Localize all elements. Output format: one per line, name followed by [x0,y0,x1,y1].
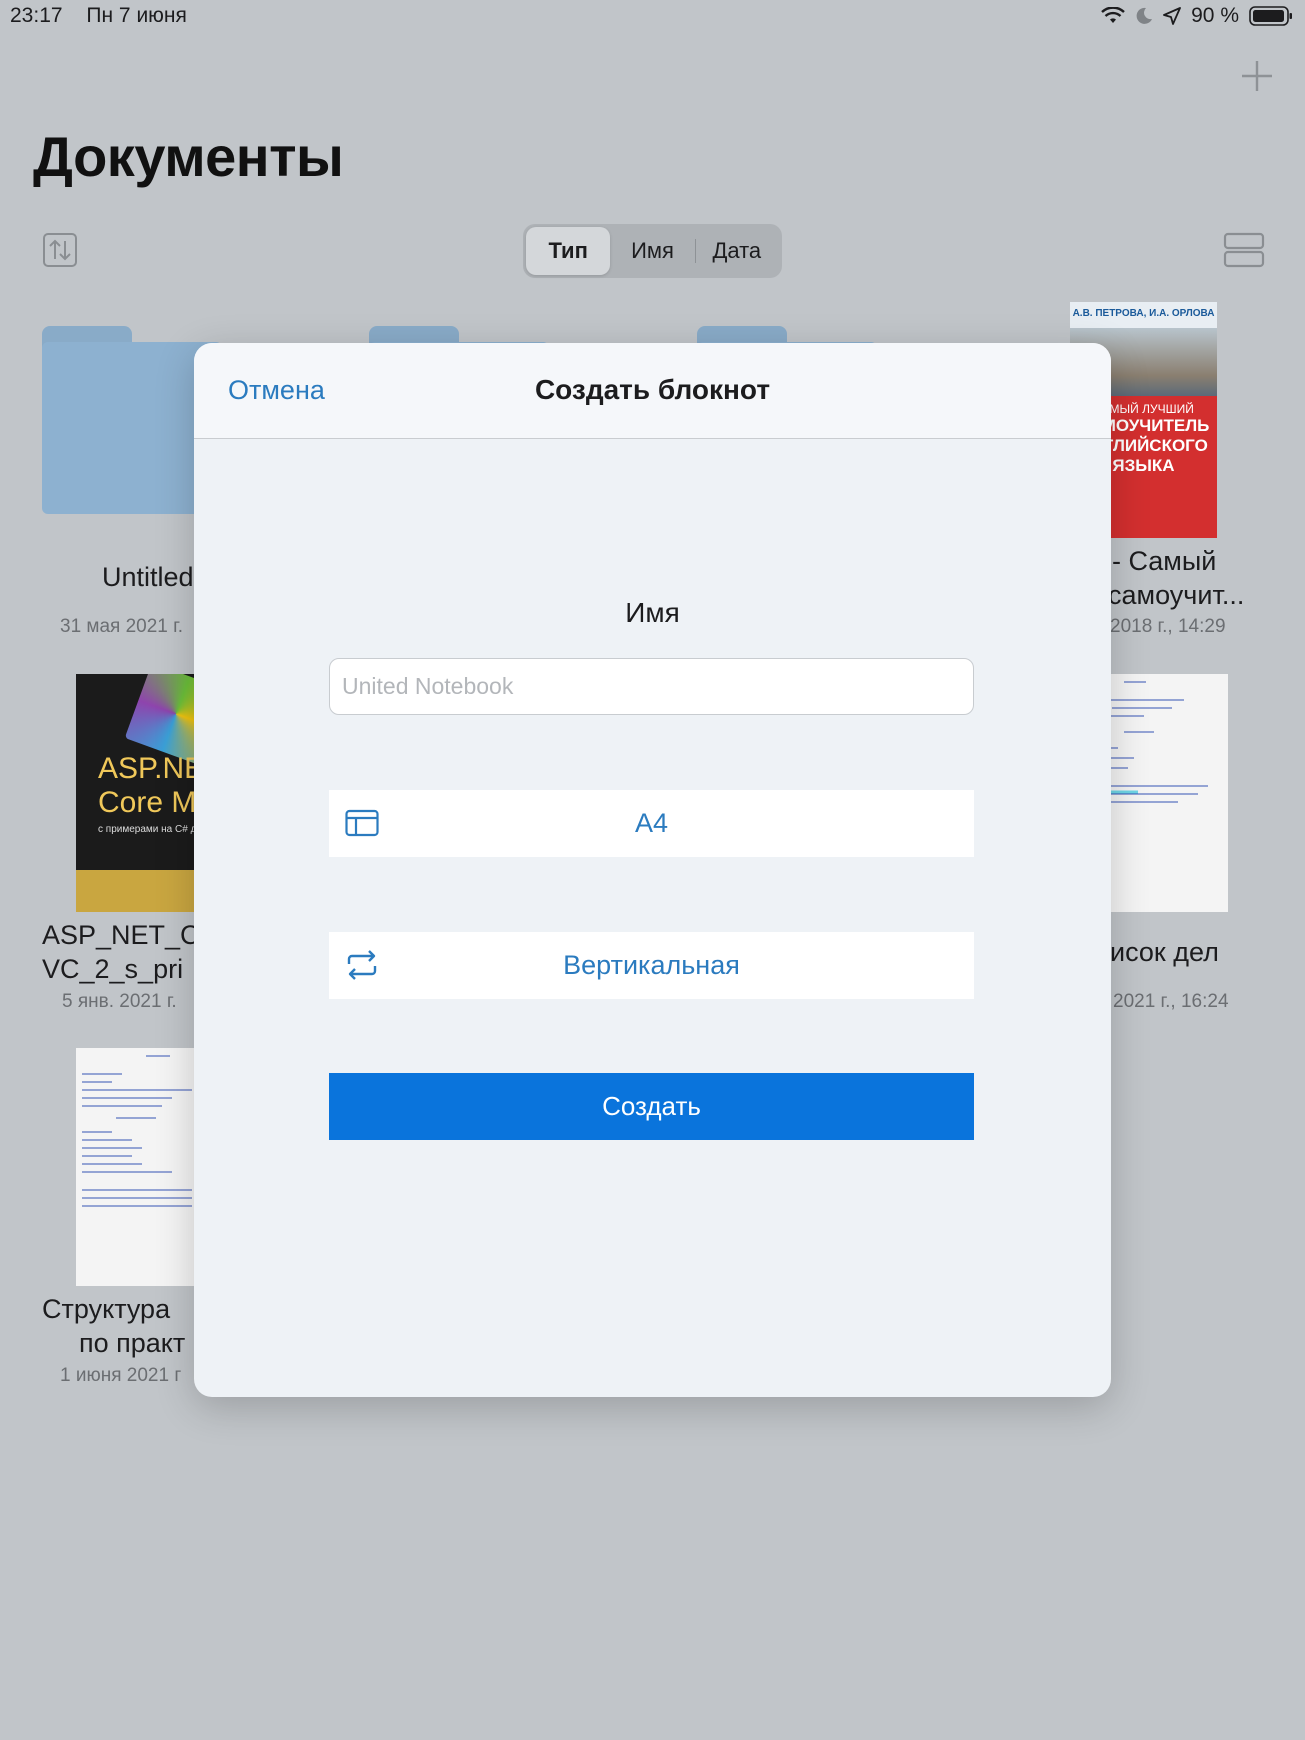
handwriting-preview [82,1055,192,1207]
document-title: ASP_NET_C [42,920,200,950]
document-date: 2018 г., 14:29 [1110,616,1226,637]
document-title: самоучит... [1108,580,1245,610]
list-view-icon [1223,232,1265,268]
wifi-icon [1101,7,1125,23]
dialog-title: Создать блокнот [534,374,771,405]
sort-icon [43,233,77,267]
battery-icon [1249,6,1292,26]
aspnet-book-thumbnail[interactable]: ASP.NET Core MVC с примерами на C# для п… [76,674,194,912]
book-cover-bottom [76,870,194,912]
segment-name[interactable]: Имя [610,227,694,275]
book-cover-line: ASP.NET [98,752,194,785]
book-cover-line: Core MVC [98,786,194,819]
document-title: VC_2_s_pri [42,954,184,984]
orientation-option[interactable]: Вертикальная [329,932,974,999]
segment-date[interactable]: Дата [694,227,779,275]
status-bar-right: 90 % [1101,4,1293,28]
document-date: 31 мая 2021 г. [60,616,184,637]
sort-segmented-control: Тип Имя Дата [523,224,782,278]
location-icon [1163,7,1182,25]
document-date: 1 июня 2021 г [60,1365,182,1386]
document-date: 2021 г., 16:24 [1113,991,1229,1012]
status-bar-left: 23:17 Пн 7 июня [10,4,205,28]
moon-icon [1136,7,1153,24]
paper-size-label: A4 [634,808,669,838]
status-time: 23:17 [10,4,63,27]
document-title: по практ [79,1328,186,1358]
sort-button[interactable] [43,233,77,267]
orientation-label: Вертикальная [563,950,740,980]
view-mode-button[interactable] [1223,232,1265,268]
notebook-name-input[interactable] [329,658,974,715]
page-title: Документы [33,125,344,188]
document-title: - Самый [1112,546,1217,576]
plus-icon [1242,61,1272,91]
document-date: 5 янв. 2021 г. [62,991,177,1012]
segment-type[interactable]: Тип [526,227,611,275]
status-date: Пн 7 июня [86,4,187,27]
name-label: Имя [625,597,680,628]
book-cover-line: с примерами на C# для про [98,824,194,835]
create-button[interactable]: Создать [329,1073,974,1140]
dialog-header: Отмена Создать блокнот [194,343,1111,439]
book-authors: А.В. ПЕТРОВА, И.А. ОРЛОВА [1070,302,1217,328]
battery-percent: 90 % [1191,4,1239,27]
document-title: Untitled [102,562,194,592]
add-document-button[interactable] [1237,56,1277,96]
create-notebook-dialog: Отмена Создать блокнот Имя A4 Вертикальн… [194,343,1111,1397]
paper-size-option[interactable]: A4 [329,790,974,857]
document-title: Структура [42,1294,171,1324]
handwritten-note-thumbnail[interactable] [76,1048,194,1286]
document-title: исок дел [1110,937,1219,967]
